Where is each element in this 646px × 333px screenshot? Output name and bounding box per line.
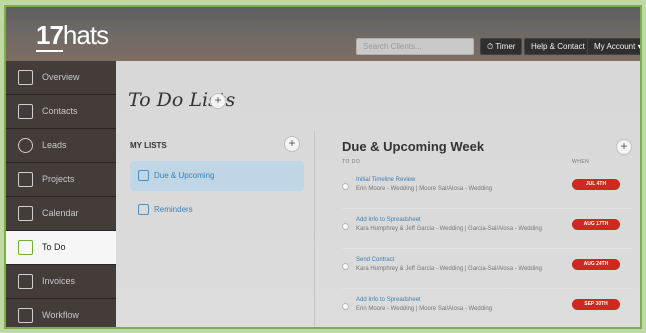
- task-checkbox[interactable]: [342, 183, 349, 190]
- task-subtitle: Kara Humphrey & Jeff Garcia - Wedding | …: [356, 266, 542, 272]
- panel-divider: [314, 131, 315, 327]
- my-account-button[interactable]: My Account ▾: [587, 38, 640, 55]
- sidebar-item-contacts[interactable]: Contacts: [6, 95, 116, 129]
- task-title[interactable]: Send Contract: [356, 257, 394, 263]
- sidebar-item-label: Contacts: [42, 106, 78, 116]
- task-title[interactable]: Add Info to Spreadsheet: [356, 217, 421, 223]
- sidebar-item-overview[interactable]: Overview: [6, 61, 116, 95]
- task-row[interactable]: Add Info to Spreadsheet Kara Humphrey & …: [342, 211, 632, 249]
- task-subtitle: Erin Moore - Wedding | Moore Sal/Alosa -…: [356, 306, 493, 312]
- leads-icon: [18, 138, 33, 153]
- sidebar-item-workflow[interactable]: Workflow: [6, 299, 116, 327]
- invoices-icon: [18, 274, 33, 289]
- column-header-todo: TO DO: [342, 159, 361, 165]
- task-row[interactable]: Initial Timeline Review Erin Moore - Wed…: [342, 171, 632, 209]
- help-contact-button[interactable]: Help & Contact: [524, 38, 592, 55]
- sidebar-item-todo[interactable]: To Do: [6, 231, 116, 265]
- sidebar-item-label: Workflow: [42, 310, 79, 320]
- task-subtitle: Erin Moore - Wedding | Moore Sal/Alosa -…: [356, 186, 493, 192]
- main-content: To Do Lists + MY LISTS + Due & Upcoming …: [116, 61, 640, 327]
- my-lists-panel: MY LISTS + Due & Upcoming Reminders: [118, 131, 308, 327]
- task-row[interactable]: Send Contract Kara Humphrey & Jeff Garci…: [342, 251, 632, 289]
- todo-list-title: Due & Upcoming Week: [342, 139, 485, 154]
- list-item-label: Reminders: [154, 205, 193, 214]
- list-item-reminders[interactable]: Reminders: [130, 195, 304, 225]
- task-checkbox[interactable]: [342, 223, 349, 230]
- sidebar-item-invoices[interactable]: Invoices: [6, 265, 116, 299]
- top-bar: 17hats Search Clients... ⏱ Timer Help & …: [6, 7, 640, 61]
- list-item-label: Due & Upcoming: [154, 171, 215, 180]
- sidebar-item-projects[interactable]: Projects: [6, 163, 116, 197]
- timer-button[interactable]: ⏱ Timer: [480, 38, 523, 55]
- sidebar-item-label: To Do: [42, 242, 66, 252]
- due-date-badge: AUG 24TH: [572, 259, 620, 270]
- sidebar: Overview Contacts Leads Projects Calenda…: [6, 61, 116, 327]
- sidebar-item-label: Leads: [42, 140, 67, 150]
- due-date-badge: SEP 30TH: [572, 299, 620, 310]
- chart-icon: [18, 70, 33, 85]
- list-icon: [138, 170, 149, 181]
- sidebar-item-label: Projects: [42, 174, 75, 184]
- task-title[interactable]: Initial Timeline Review: [356, 177, 415, 183]
- todo-icon: [18, 240, 33, 255]
- sidebar-item-label: Overview: [42, 72, 80, 82]
- sidebar-item-calendar[interactable]: Calendar: [6, 197, 116, 231]
- workflow-icon: [18, 308, 33, 323]
- sidebar-item-label: Invoices: [42, 276, 76, 286]
- task-row[interactable]: Add Info to Spreadsheet Erin Moore - Wed…: [342, 291, 632, 327]
- todo-panel: Due & Upcoming Week + TO DO WHEN Initial…: [326, 131, 640, 327]
- sidebar-item-label: Calendar: [42, 208, 79, 218]
- sidebar-item-leads[interactable]: Leads: [6, 129, 116, 163]
- task-checkbox[interactable]: [342, 263, 349, 270]
- task-subtitle: Kara Humphrey & Jeff Garcia - Wedding | …: [356, 226, 542, 232]
- projects-icon: [18, 172, 33, 187]
- add-task-button[interactable]: +: [616, 139, 632, 155]
- app-frame: 17hats Search Clients... ⏱ Timer Help & …: [4, 5, 642, 329]
- contacts-icon: [18, 104, 33, 119]
- add-list-button[interactable]: +: [210, 93, 226, 109]
- add-my-list-button[interactable]: +: [284, 136, 300, 152]
- search-input[interactable]: Search Clients...: [356, 38, 474, 55]
- logo-text: hats: [62, 20, 109, 50]
- my-lists-heading: MY LISTS: [130, 141, 167, 150]
- logo-number: 17: [36, 20, 64, 52]
- list-icon: [138, 204, 149, 215]
- column-header-when: WHEN: [572, 159, 590, 165]
- task-checkbox[interactable]: [342, 303, 349, 310]
- task-title[interactable]: Add Info to Spreadsheet: [356, 297, 421, 303]
- logo[interactable]: 17hats: [36, 20, 109, 52]
- due-date-badge: JUL 4TH: [572, 179, 620, 190]
- due-date-badge: AUG 17TH: [572, 219, 620, 230]
- calendar-icon: [18, 206, 33, 221]
- list-item-due-upcoming[interactable]: Due & Upcoming: [130, 161, 304, 191]
